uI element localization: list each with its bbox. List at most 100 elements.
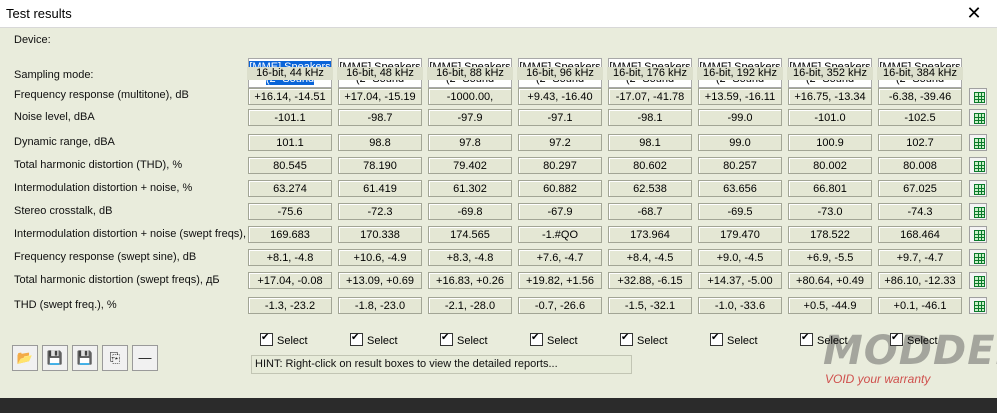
result-box[interactable]: +6.9, -5.5 xyxy=(788,249,872,266)
result-box[interactable]: +16.83, +0.26 xyxy=(428,272,512,289)
result-box[interactable]: -98.1 xyxy=(608,109,692,126)
result-box[interactable]: 102.7 xyxy=(878,134,962,151)
result-box[interactable]: +0.5, -44.9 xyxy=(788,297,872,314)
result-box[interactable]: -67.9 xyxy=(518,203,602,220)
result-box[interactable]: 80.602 xyxy=(608,157,692,174)
table-report-button[interactable] xyxy=(969,109,987,126)
result-box[interactable]: 100.9 xyxy=(788,134,872,151)
result-box[interactable]: 101.1 xyxy=(248,134,332,151)
result-box[interactable]: -73.0 xyxy=(788,203,872,220)
table-report-button[interactable] xyxy=(969,157,987,174)
result-box[interactable]: +80.64, +0.49 xyxy=(788,272,872,289)
result-box[interactable]: -69.8 xyxy=(428,203,512,220)
result-box[interactable]: 80.297 xyxy=(518,157,602,174)
result-box[interactable]: 62.538 xyxy=(608,180,692,197)
result-box[interactable]: -98.7 xyxy=(338,109,422,126)
table-report-button[interactable] xyxy=(969,180,987,197)
result-box[interactable]: -1000.00, xyxy=(428,88,512,105)
checkbox-checked-icon[interactable] xyxy=(530,332,543,346)
checkbox-checked-icon[interactable] xyxy=(440,332,453,346)
open-folder-icon[interactable]: 📂 xyxy=(12,345,38,371)
result-box[interactable]: 80.002 xyxy=(788,157,872,174)
result-box[interactable]: 61.302 xyxy=(428,180,512,197)
result-box[interactable]: -99.0 xyxy=(698,109,782,126)
table-report-button[interactable] xyxy=(969,226,987,243)
result-box[interactable]: -72.3 xyxy=(338,203,422,220)
result-box[interactable]: -1.#QO xyxy=(518,226,602,243)
result-box[interactable]: 178.522 xyxy=(788,226,872,243)
result-box[interactable]: 63.656 xyxy=(698,180,782,197)
table-report-button[interactable] xyxy=(969,88,987,105)
remove-icon[interactable]: — xyxy=(132,345,158,371)
result-box[interactable]: -2.1, -28.0 xyxy=(428,297,512,314)
table-report-button[interactable] xyxy=(969,134,987,151)
result-box[interactable]: +17.04, -15.19 xyxy=(338,88,422,105)
result-box[interactable]: -97.1 xyxy=(518,109,602,126)
copy-report-icon[interactable]: ⎘ xyxy=(102,345,128,371)
result-box[interactable]: -69.5 xyxy=(698,203,782,220)
result-box[interactable]: 66.801 xyxy=(788,180,872,197)
result-box[interactable]: +8.4, -4.5 xyxy=(608,249,692,266)
result-box[interactable]: +14.37, -5.00 xyxy=(698,272,782,289)
table-report-button[interactable] xyxy=(969,297,987,314)
checkbox-checked-icon[interactable] xyxy=(710,332,723,346)
result-box[interactable]: 61.419 xyxy=(338,180,422,197)
select-checkbox[interactable]: Select xyxy=(350,332,398,347)
result-box[interactable]: +7.6, -4.7 xyxy=(518,249,602,266)
result-box[interactable]: +0.1, -46.1 xyxy=(878,297,962,314)
select-checkbox[interactable]: Select xyxy=(710,332,758,347)
result-box[interactable]: +9.7, -4.7 xyxy=(878,249,962,266)
select-checkbox[interactable]: Select xyxy=(440,332,488,347)
result-box[interactable]: -17.07, -41.78 xyxy=(608,88,692,105)
result-box[interactable]: -0.7, -26.6 xyxy=(518,297,602,314)
result-box[interactable]: 173.964 xyxy=(608,226,692,243)
result-box[interactable]: 63.274 xyxy=(248,180,332,197)
result-box[interactable]: +9.43, -16.40 xyxy=(518,88,602,105)
result-box[interactable]: 97.2 xyxy=(518,134,602,151)
select-checkbox[interactable]: Select xyxy=(260,332,308,347)
result-box[interactable]: -6.38, -39.46 xyxy=(878,88,962,105)
select-checkbox[interactable]: Select xyxy=(530,332,578,347)
result-box[interactable]: -101.0 xyxy=(788,109,872,126)
result-box[interactable]: 67.025 xyxy=(878,180,962,197)
result-box[interactable]: +86.10, -12.33 xyxy=(878,272,962,289)
table-report-button[interactable] xyxy=(969,272,987,289)
checkbox-checked-icon[interactable] xyxy=(890,332,903,346)
select-checkbox[interactable]: Select xyxy=(620,332,668,347)
result-box[interactable]: 78.190 xyxy=(338,157,422,174)
checkbox-checked-icon[interactable] xyxy=(350,332,363,346)
result-box[interactable]: 98.8 xyxy=(338,134,422,151)
result-box[interactable]: 170.338 xyxy=(338,226,422,243)
checkbox-checked-icon[interactable] xyxy=(800,332,813,346)
result-box[interactable]: +8.3, -4.8 xyxy=(428,249,512,266)
result-box[interactable]: -102.5 xyxy=(878,109,962,126)
result-box[interactable]: +16.75, -13.34 xyxy=(788,88,872,105)
result-box[interactable]: 80.257 xyxy=(698,157,782,174)
result-box[interactable]: +32.88, -6.15 xyxy=(608,272,692,289)
result-box[interactable]: 97.8 xyxy=(428,134,512,151)
save-icon[interactable]: 💾 xyxy=(42,345,68,371)
result-box[interactable]: 174.565 xyxy=(428,226,512,243)
result-box[interactable]: 98.1 xyxy=(608,134,692,151)
result-box[interactable]: -68.7 xyxy=(608,203,692,220)
result-box[interactable]: -1.8, -23.0 xyxy=(338,297,422,314)
result-box[interactable]: +9.0, -4.5 xyxy=(698,249,782,266)
result-box[interactable]: 60.882 xyxy=(518,180,602,197)
table-report-button[interactable] xyxy=(969,203,987,220)
result-box[interactable]: -1.0, -33.6 xyxy=(698,297,782,314)
result-box[interactable]: +10.6, -4.9 xyxy=(338,249,422,266)
result-box[interactable]: -75.6 xyxy=(248,203,332,220)
result-box[interactable]: +16.14, -14.51 xyxy=(248,88,332,105)
select-checkbox[interactable]: Select xyxy=(890,332,938,347)
select-checkbox[interactable]: Select xyxy=(800,332,848,347)
close-button[interactable]: ✕ xyxy=(951,0,997,27)
result-box[interactable]: +19.82, +1.56 xyxy=(518,272,602,289)
result-box[interactable]: +17.04, -0.08 xyxy=(248,272,332,289)
table-report-button[interactable] xyxy=(969,249,987,266)
result-box[interactable]: +13.09, +0.69 xyxy=(338,272,422,289)
result-box[interactable]: +13.59, -16.11 xyxy=(698,88,782,105)
save-as-icon[interactable]: 💾 xyxy=(72,345,98,371)
result-box[interactable]: -1.3, -23.2 xyxy=(248,297,332,314)
result-box[interactable]: -101.1 xyxy=(248,109,332,126)
checkbox-checked-icon[interactable] xyxy=(260,332,273,346)
